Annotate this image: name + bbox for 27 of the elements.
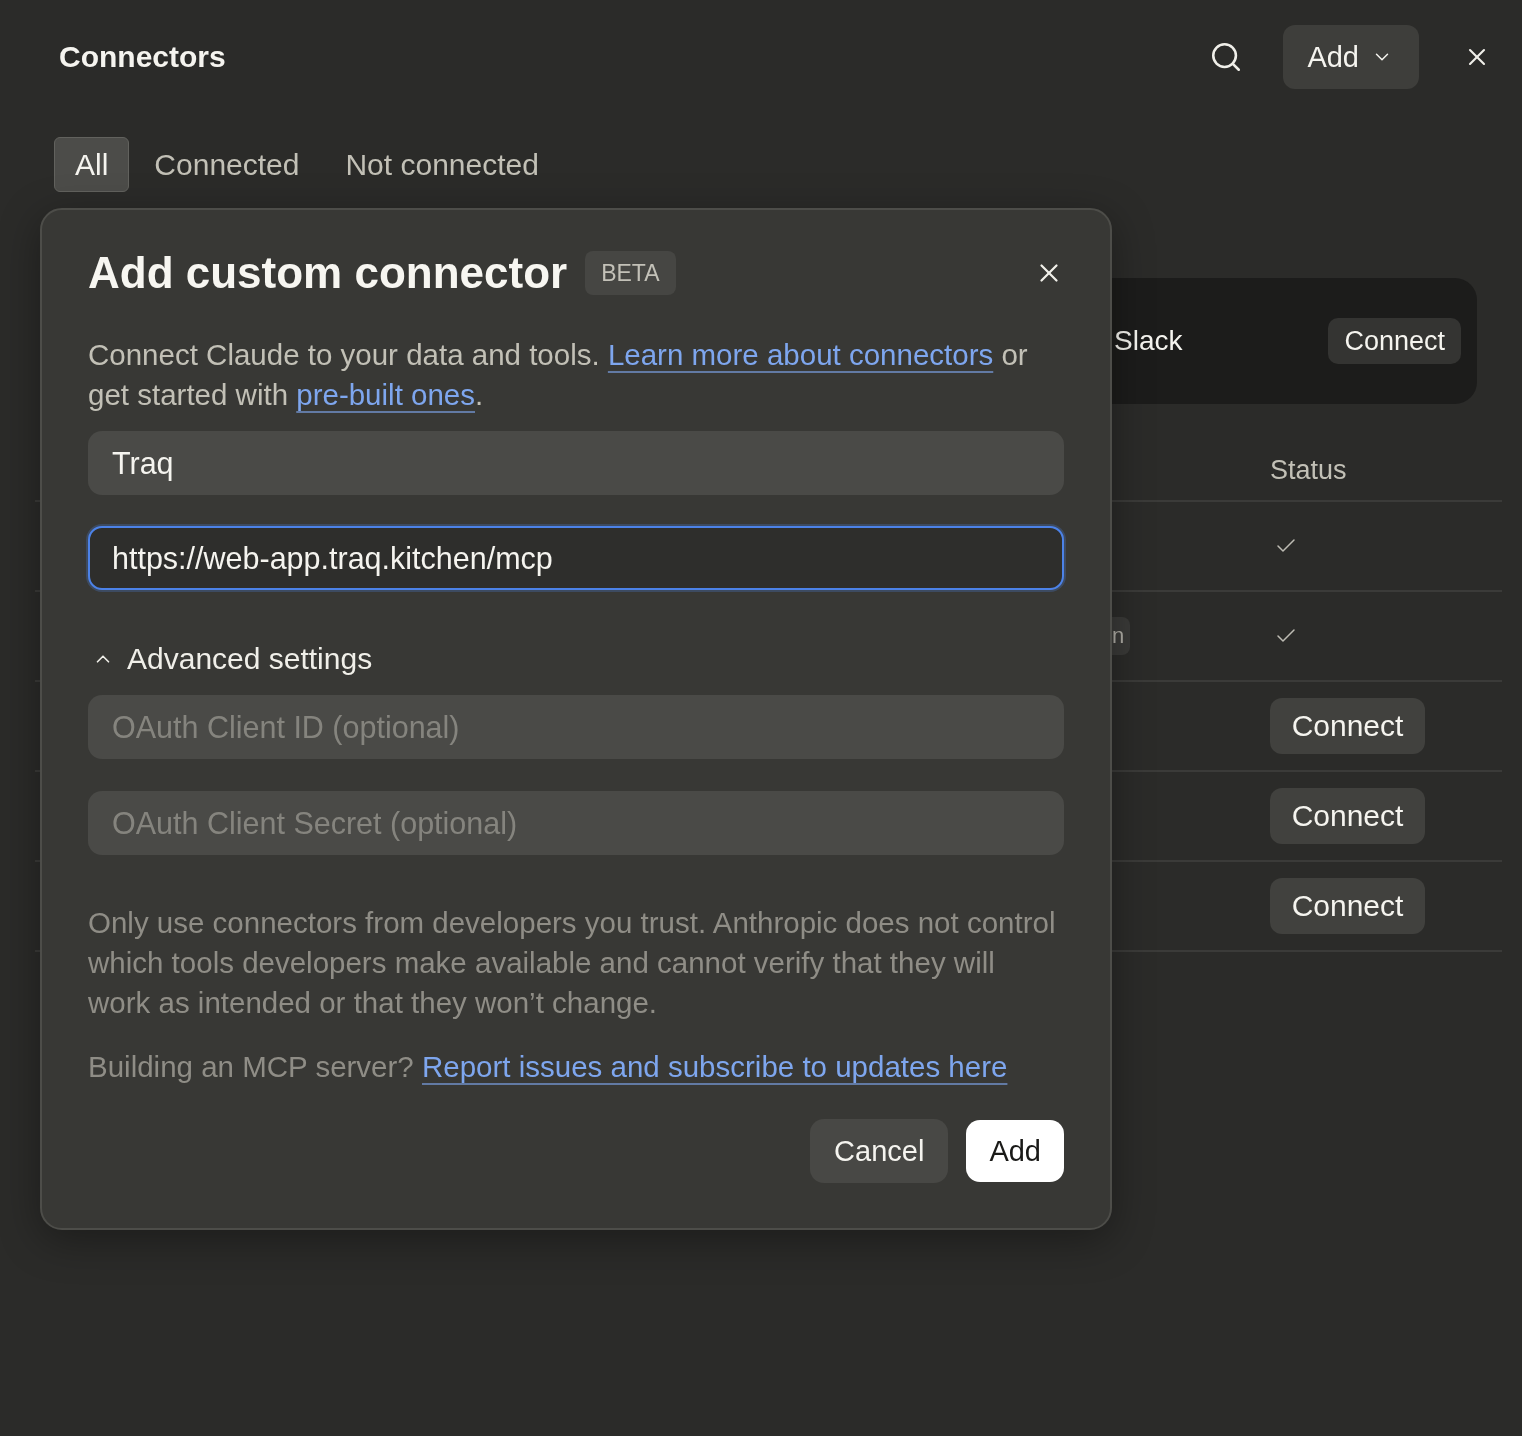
- cancel-button[interactable]: Cancel: [810, 1119, 949, 1183]
- note-text: Building an MCP server? Report issues and subscribe to updates here: [88, 1049, 1008, 1085]
- input-field[interactable]: OAuth Client Secret (optional): [88, 791, 1064, 855]
- add-menu-button[interactable]: Add: [1283, 25, 1419, 89]
- link[interactable]: Report issues and subscribe to updates here: [421, 1050, 1008, 1083]
- advanced-settings-toggle[interactable]: Advanced settings: [88, 639, 373, 679]
- link[interactable]: Learn more about connectors: [607, 338, 994, 371]
- input-field[interactable]: Traq: [88, 431, 1064, 495]
- connector-name: Slack: [1114, 325, 1183, 357]
- tag: n: [1112, 617, 1131, 655]
- connect-button[interactable]: Connect: [1328, 318, 1461, 364]
- column-header: Status: [1270, 454, 1347, 486]
- connect-button[interactable]: Connect: [1270, 698, 1425, 754]
- link[interactable]: pre-built ones: [296, 378, 475, 411]
- warning-text: Only use connectors from developers you trust. Anthropic does not control which tools developers make available and cannot verify that they will work as intended or that they won’t change.: [88, 905, 1057, 1021]
- input-field[interactable]: https://web-app.traq.kitchen/mcp: [88, 526, 1064, 590]
- beta-badge: BETA: [585, 251, 676, 295]
- connect-button[interactable]: Connect: [1270, 878, 1425, 934]
- description-text: Connect Claude to your data and tools. Learn more about connectors or get started with pre-built ones.: [88, 337, 1029, 413]
- tab[interactable]: Not connected: [324, 137, 560, 192]
- tab[interactable]: All: [54, 137, 130, 192]
- page-title: Connectors: [59, 39, 226, 75]
- tab[interactable]: Connected: [133, 137, 321, 192]
- connect-button[interactable]: Connect: [1270, 788, 1425, 844]
- add-button[interactable]: Add: [966, 1120, 1064, 1182]
- input-field[interactable]: OAuth Client ID (optional): [88, 695, 1064, 759]
- dialog-title: Add custom connector: [88, 248, 568, 298]
